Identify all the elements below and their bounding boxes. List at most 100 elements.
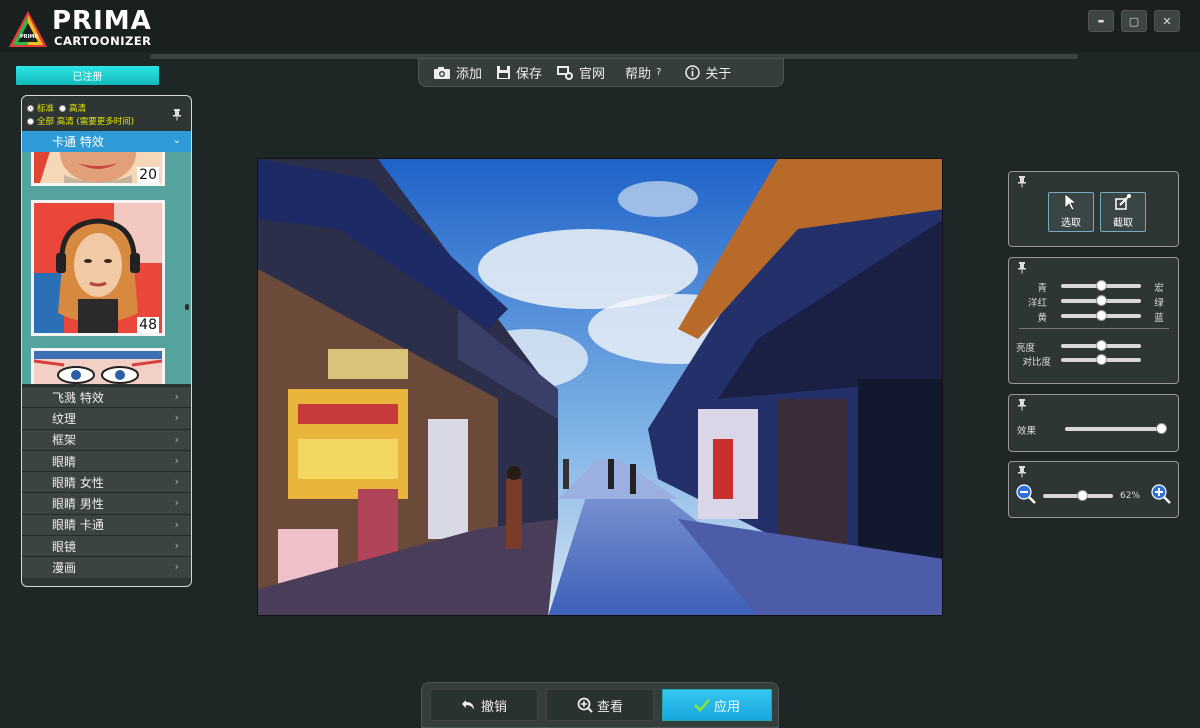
zoom-panel: 62% <box>1008 461 1179 518</box>
slider-knob[interactable] <box>1095 295 1107 306</box>
thumbnail-number: 20 <box>137 167 159 183</box>
hd-label: 高清 <box>69 104 87 114</box>
undo-label: 撤销 <box>480 699 507 715</box>
view-label: 查看 <box>596 699 623 715</box>
about-label: 关于 <box>705 67 732 82</box>
pin-icon[interactable] <box>172 109 182 121</box>
close-icon: ✕ <box>1162 14 1172 28</box>
slider-knob[interactable] <box>1095 310 1107 321</box>
crop-label: 截取 <box>1113 218 1133 229</box>
thumbnail-number: 48 <box>137 317 159 333</box>
slider-knob[interactable] <box>1095 280 1107 291</box>
slider-track[interactable] <box>1065 427 1161 431</box>
logo-prima: PRIMA <box>52 6 152 36</box>
category-item[interactable]: 框架 › <box>22 428 191 450</box>
add-label: 添加 <box>456 67 483 82</box>
registered-badge[interactable]: 已注册 <box>16 66 159 85</box>
slider-knob[interactable] <box>1095 354 1107 365</box>
minimize-button[interactable]: ▬ <box>1088 10 1114 32</box>
zoom-slider-knob[interactable] <box>1077 490 1089 501</box>
contrast-slider: 对比度 <box>1009 353 1178 368</box>
apply-button[interactable]: 应用 <box>662 689 772 721</box>
pin-icon[interactable] <box>1017 466 1027 478</box>
category-item[interactable]: 眼睛 男性 › <box>22 492 191 514</box>
add-button[interactable]: 添加 <box>433 63 482 82</box>
save-button[interactable]: 保存 <box>496 63 542 82</box>
select-button[interactable]: 选取 <box>1048 192 1094 232</box>
floppy-disk-icon <box>497 66 511 79</box>
effect-label: 效果 <box>1017 426 1037 437</box>
help-label: 帮助 <box>625 67 652 82</box>
effects-panel: 标准 高清 全部 高清 (需要更多时间) 卡通 特效 ⌄ 20 48 飞溅 特效… <box>21 95 192 587</box>
image-canvas[interactable] <box>257 158 943 616</box>
logo-cartoonizer: CARTOONIZER <box>54 34 152 48</box>
selection-panel: 选取 截取 <box>1008 171 1179 247</box>
cursor-arrow-icon <box>1064 193 1078 211</box>
cyan-red-slider: 青 宏 <box>1009 279 1178 294</box>
maximize-button[interactable]: ▢ <box>1121 10 1147 32</box>
undo-button[interactable]: 撤销 <box>430 689 538 721</box>
radio-all-hd[interactable] <box>27 117 34 125</box>
chevron-right-icon: › <box>174 390 179 403</box>
zoom-in-icon[interactable] <box>1151 484 1171 504</box>
quality-options: 标准 高清 <box>27 102 86 114</box>
radio-hd[interactable] <box>59 104 67 112</box>
pin-icon[interactable] <box>1017 176 1027 188</box>
effect-strength-panel: 效果 <box>1008 394 1179 452</box>
camera-icon <box>434 66 450 79</box>
yellow-blue-slider: 黄 蓝 <box>1009 309 1178 324</box>
website-icon <box>557 66 574 80</box>
category-title: 卡通 特效 <box>52 135 104 149</box>
pin-icon[interactable] <box>1017 399 1027 411</box>
zoom-out-icon[interactable] <box>1016 484 1036 504</box>
all-hd-label: 全部 高清 (需要更多时间) <box>37 117 135 127</box>
chevron-right-icon: › <box>174 432 179 446</box>
cartoon-street-image <box>258 159 942 615</box>
category-item[interactable]: 纹理 › <box>22 407 191 429</box>
chevron-right-icon: › <box>174 560 179 574</box>
category-item[interactable]: 漫画 › <box>22 556 191 578</box>
checkmark-icon <box>693 699 710 712</box>
help-button[interactable]: 帮助 ? <box>625 63 661 82</box>
thumbnail-image <box>34 203 162 333</box>
view-button[interactable]: 查看 <box>546 689 654 721</box>
slider-knob[interactable] <box>1155 423 1167 434</box>
effect-slider: 效果 <box>1009 422 1178 437</box>
website-label: 官网 <box>579 67 606 82</box>
info-icon <box>685 65 701 80</box>
zoom-value: 62% <box>1120 491 1141 501</box>
website-button[interactable]: 官网 <box>556 63 605 82</box>
help-question-icon: ? <box>656 67 662 78</box>
radio-standard[interactable] <box>27 104 34 112</box>
brightness-slider: 亮度 <box>1009 339 1178 354</box>
effect-thumbnail[interactable]: 20 <box>31 152 165 186</box>
close-button[interactable]: ✕ <box>1154 10 1180 32</box>
category-item[interactable]: 眼睛 女性 › <box>22 471 191 493</box>
top-toolbar: 添加 保存 官网 帮助 ? 关于 <box>418 58 784 87</box>
category-item[interactable]: 飞溅 特效 › <box>22 386 191 408</box>
title-bar: PRIMA PRIMA CARTOONIZER ▬ ▢ ✕ <box>0 0 1200 52</box>
apply-label: 应用 <box>713 699 740 715</box>
pin-icon[interactable] <box>1017 262 1027 274</box>
category-item[interactable]: 眼镜 › <box>22 535 191 557</box>
category-list: 飞溅 特效 › 纹理 › 框架 › 眼睛 › 眼睛 女性 › 眼睛 男性 › 眼睛 卡通 › … <box>22 386 191 578</box>
save-label: 保存 <box>516 67 543 82</box>
effect-thumbnail[interactable]: 48 <box>31 200 165 336</box>
bottom-action-bar: 撤销 查看 应用 <box>421 682 779 728</box>
chevron-right-icon: › <box>174 475 179 489</box>
chevron-right-icon: › <box>174 411 179 425</box>
minimize-icon: ▬ <box>1097 17 1105 25</box>
divider <box>1019 328 1169 329</box>
crop-icon <box>1115 194 1131 210</box>
thumbnail-scrollbar[interactable] <box>185 304 189 310</box>
crop-button[interactable]: 截取 <box>1100 192 1146 232</box>
all-hd-option: 全部 高清 (需要更多时间) <box>27 115 134 127</box>
magnifier-plus-icon <box>577 697 593 713</box>
category-header[interactable]: 卡通 特效 ⌄ <box>22 131 191 152</box>
about-button[interactable]: 关于 <box>685 63 731 82</box>
category-item[interactable]: 眼睛 › <box>22 449 191 472</box>
category-item[interactable]: 眼睛 卡通 › <box>22 513 191 536</box>
slider-knob[interactable] <box>1095 340 1107 351</box>
thumbnail-image <box>34 351 162 384</box>
effect-thumbnail[interactable] <box>31 348 165 384</box>
